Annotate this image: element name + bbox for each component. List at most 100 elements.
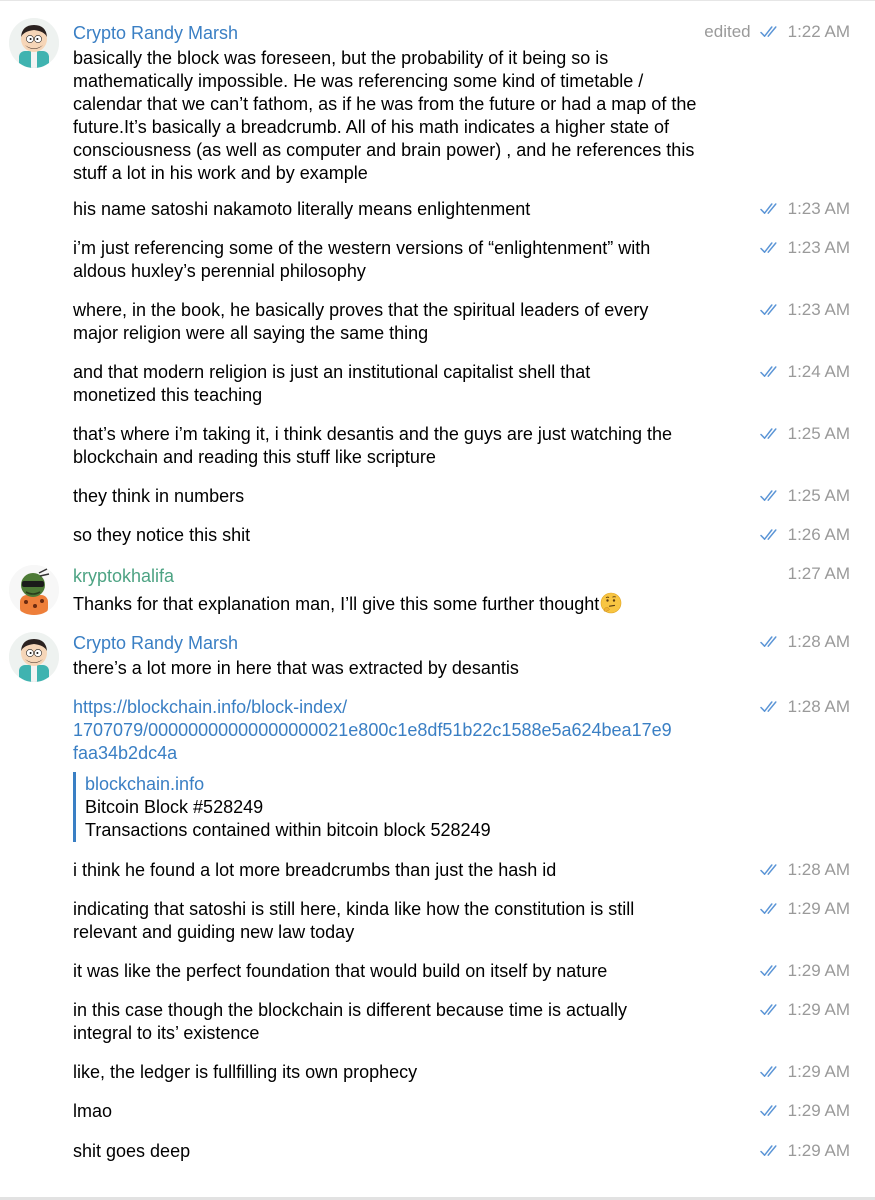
double-check-icon [760, 902, 782, 916]
message-time: 1:25 AM [787, 424, 850, 443]
message-meta: 1:29 AM [760, 1100, 850, 1122]
sender-name[interactable]: Crypto Randy Marsh [73, 22, 238, 44]
message-time: 1:28 AM [787, 697, 850, 716]
double-check-icon [760, 202, 782, 216]
message-line: his name satoshi nakamoto literally mean… [73, 199, 531, 219]
message-meta: 1:25 AM [760, 485, 850, 507]
message-meta: 1:23 AM [760, 198, 850, 220]
message-text: where, in the book, he basically proves … [73, 299, 745, 345]
message-meta: 1:28 AM [760, 859, 850, 881]
message-time: 1:24 AM [787, 362, 850, 381]
double-check-icon [760, 1144, 782, 1158]
message-line: they think in numbers [73, 486, 245, 506]
edited-label: edited [704, 22, 751, 41]
double-check-icon [760, 365, 782, 379]
double-check-icon [760, 964, 782, 978]
message-line: calendar that we can’t fathom, as if he … [73, 94, 697, 114]
avatar-kryptokhalifa[interactable] [9, 565, 59, 615]
avatar-crypto-randy-marsh[interactable] [9, 632, 59, 682]
double-check-icon [760, 528, 782, 542]
message-line: like, the ledger is fullfilling its own … [73, 1062, 418, 1082]
message-line: so they notice this shit [73, 525, 251, 545]
message-time: 1:29 AM [787, 1141, 850, 1160]
message-text: his name satoshi nakamoto literally mean… [73, 198, 745, 221]
message-meta: 1:29 AM [760, 1140, 850, 1162]
double-check-icon [760, 863, 782, 877]
double-check-icon [760, 1104, 782, 1118]
message-meta: 1:23 AM [760, 237, 850, 259]
link-preview-site[interactable]: blockchain.info [85, 772, 645, 796]
message-text: so they notice this shit [73, 524, 745, 547]
double-check-icon [760, 1065, 782, 1079]
message-meta: 1:29 AM [760, 1061, 850, 1083]
message-time: 1:29 AM [787, 1000, 850, 1019]
message-line: mathematically impossible. He was refere… [73, 71, 644, 91]
message-line: i think he found a lot more breadcrumbs … [73, 860, 557, 880]
message-time: 1:23 AM [787, 238, 850, 257]
double-check-icon [760, 489, 782, 503]
message-line: stuff a lot in his work and by example [73, 163, 368, 183]
message-line-text: Thanks for that explanation man, I’ll gi… [73, 594, 600, 614]
message-line: relevant and guiding new law today [73, 922, 355, 942]
message-meta: 1:23 AM [760, 299, 850, 321]
message-time: 1:23 AM [787, 199, 850, 218]
message-line: major religion were all saying the same … [73, 323, 429, 343]
message-meta: 1:24 AM [760, 361, 850, 383]
message-line: it was like the perfect foundation that … [73, 961, 608, 981]
link-line[interactable]: https://blockchain.info/block-index/ [73, 696, 745, 719]
message-line: i’m just referencing some of the western… [73, 238, 651, 258]
double-check-icon [760, 303, 782, 317]
message-time: 1:27 AM [787, 564, 850, 583]
sender-name[interactable]: Crypto Randy Marsh [73, 632, 238, 654]
message-text: it was like the perfect foundation that … [73, 960, 745, 983]
message-line: and that modern religion is just an inst… [73, 362, 591, 382]
message-meta: 1:28 AM [760, 631, 850, 653]
sender-name[interactable]: kryptokhalifa [73, 565, 174, 587]
message-line: monetized this teaching [73, 385, 263, 405]
message-time: 1:29 AM [787, 1062, 850, 1081]
message-line: future.It’s basically a breadcrumb. All … [73, 117, 669, 137]
message-line: indicating that satoshi is still here, k… [73, 899, 635, 919]
double-check-icon [760, 635, 782, 649]
message-meta: 1:29 AM [760, 960, 850, 982]
avatar-crypto-randy-marsh[interactable] [9, 18, 59, 68]
message-text: lmao [73, 1100, 745, 1123]
double-check-icon [760, 700, 782, 714]
double-check-icon [760, 427, 782, 441]
message-text: indicating that satoshi is still here, k… [73, 898, 745, 944]
message-text: shit goes deep [73, 1140, 745, 1163]
link-preview-title: Bitcoin Block #528249 [85, 797, 264, 817]
message-line: shit goes deep [73, 1141, 191, 1161]
link-preview[interactable]: blockchain.info Bitcoin Block #528249 Tr… [73, 772, 645, 842]
message-time: 1:29 AM [787, 899, 850, 918]
message-line: aldous huxley’s perennial philosophy [73, 261, 366, 281]
message-text: that’s where i’m taking it, i think desa… [73, 423, 745, 469]
message-line: Thanks for that explanation man, I’ll gi… [73, 592, 745, 616]
link-line[interactable]: 1707079/00000000000000000021e800c1e8df51… [73, 719, 745, 742]
message-line: in this case though the blockchain is di… [73, 1000, 627, 1020]
message-text: Thanks for that explanation man, I’ll gi… [73, 592, 745, 616]
message-line: lmao [73, 1101, 113, 1121]
message-time: 1:29 AM [787, 1101, 850, 1120]
message-meta: 1:29 AM [760, 999, 850, 1021]
message-line: there’s a lot more in here that was extr… [73, 658, 519, 678]
message-text: in this case though the blockchain is di… [73, 999, 745, 1045]
message-time: 1:28 AM [787, 860, 850, 879]
message-text: like, the ledger is fullfilling its own … [73, 1061, 745, 1084]
message-meta: 1:27 AM [788, 563, 850, 585]
double-check-icon [760, 1003, 782, 1017]
message-time: 1:25 AM [787, 486, 850, 505]
message-time: 1:28 AM [787, 632, 850, 651]
message-line: basically the block was foreseen, but th… [73, 48, 609, 68]
message-meta: 1:25 AM [760, 423, 850, 445]
message-line: where, in the book, he basically proves … [73, 300, 649, 320]
double-check-icon [760, 241, 782, 255]
message-text: basically the block was foreseen, but th… [73, 47, 745, 185]
message-text: and that modern religion is just an inst… [73, 361, 745, 407]
link-line[interactable]: faa34b2dc4a [73, 742, 745, 765]
message-meta: 1:29 AM [760, 898, 850, 920]
double-check-icon [760, 25, 782, 39]
message-link[interactable]: https://blockchain.info/block-index/ 170… [73, 696, 745, 765]
message-line: consciousness (as well as computer and b… [73, 140, 695, 160]
message-line: blockchain and reading this stuff like s… [73, 447, 436, 467]
